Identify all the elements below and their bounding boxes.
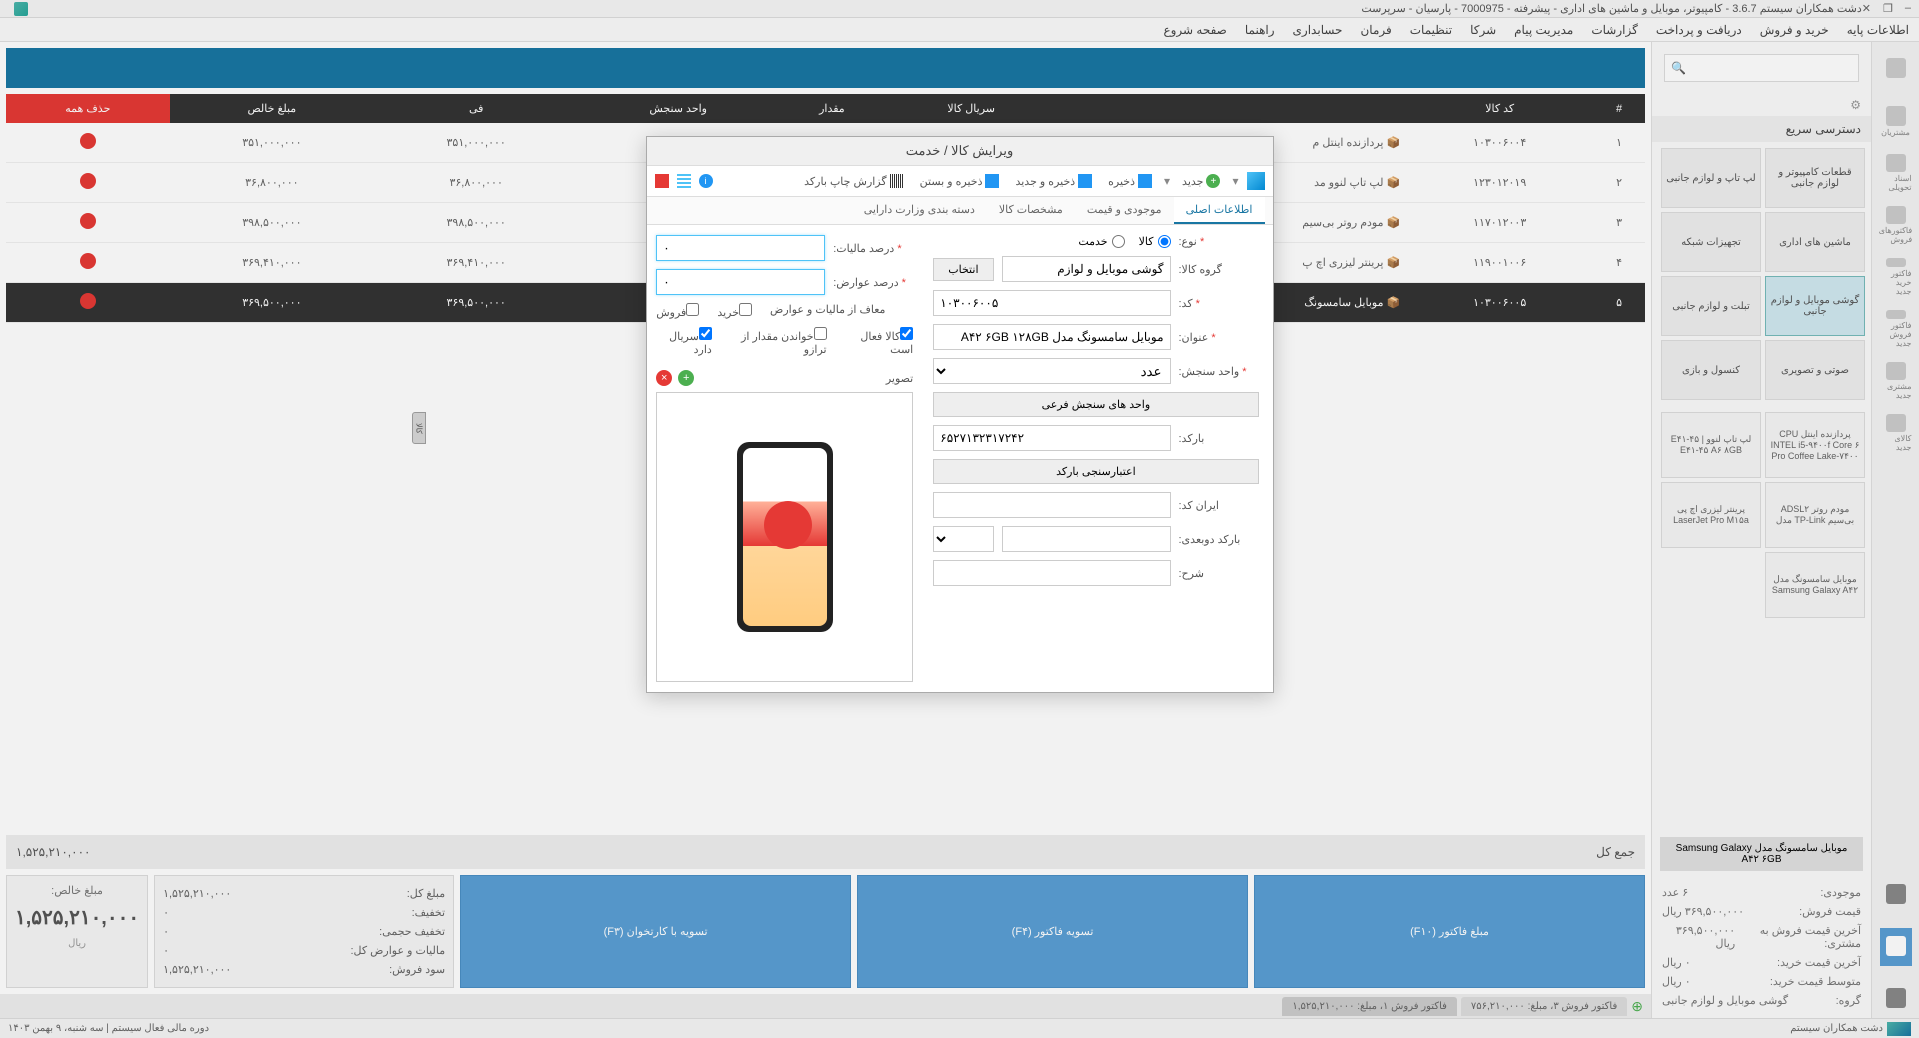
tab-ministry[interactable]: دسته بندی وزارت دارایی: [852, 197, 987, 224]
type-good-radio[interactable]: کالا: [1139, 235, 1171, 248]
unit-select[interactable]: عدد: [933, 358, 1170, 384]
select-group-button[interactable]: انتخاب: [933, 258, 993, 281]
desc-input[interactable]: [933, 560, 1170, 586]
image-section-label: تصویر: [886, 372, 913, 385]
save-button[interactable]: ذخیره: [1104, 172, 1156, 190]
phone-image-icon: [737, 442, 833, 632]
modal-overlay: ویرایش کالا / خدمت ▾ +جدید ▾ ذخیره ذخیره…: [0, 0, 1919, 1038]
tab-main-info[interactable]: اطلاعات اصلی: [1174, 197, 1265, 224]
exempt-sell-checkbox[interactable]: فروش: [656, 303, 699, 319]
serial-checkbox[interactable]: سریال دارد: [656, 327, 712, 356]
tax-input[interactable]: [656, 235, 825, 261]
side-handle[interactable]: کالا: [412, 412, 426, 444]
exempt-buy-checkbox[interactable]: خرید: [717, 303, 752, 319]
validate-barcode-button[interactable]: اعتبارسنجی بارکد: [933, 459, 1258, 484]
modal-toolbar: ▾ +جدید ▾ ذخیره ذخیره و جدید ذخیره و بست…: [647, 166, 1273, 197]
title-input[interactable]: [933, 324, 1170, 350]
edit-product-modal: ویرایش کالا / خدمت ▾ +جدید ▾ ذخیره ذخیره…: [646, 136, 1274, 693]
group-input[interactable]: [1002, 256, 1171, 282]
product-image-preview: [656, 392, 913, 682]
barcode-input[interactable]: [933, 425, 1170, 451]
modal-close-button[interactable]: [655, 174, 669, 188]
scale-checkbox[interactable]: خواندن مقدار از ترازو: [730, 327, 827, 356]
save-close-button[interactable]: ذخیره و بستن: [916, 172, 1004, 190]
subunits-button[interactable]: واحد های سنجش فرعی: [933, 392, 1258, 417]
active-checkbox[interactable]: کالا فعال است: [845, 327, 914, 356]
code2d-select[interactable]: [933, 526, 993, 552]
code-input[interactable]: [933, 290, 1170, 316]
delete-image-button[interactable]: ×: [656, 370, 672, 386]
code2d-input-1[interactable]: [1002, 526, 1171, 552]
modal-tabs: اطلاعات اصلی موجودی و قیمت مشخصات کالا د…: [647, 197, 1273, 225]
add-image-button[interactable]: +: [678, 370, 694, 386]
modal-title: ویرایش کالا / خدمت: [647, 137, 1273, 166]
tab-specs[interactable]: مشخصات کالا: [987, 197, 1075, 224]
new-button[interactable]: +جدید: [1178, 172, 1224, 190]
cube-icon: [1247, 172, 1265, 190]
grid-icon[interactable]: [677, 174, 691, 188]
irancode-input[interactable]: [933, 492, 1170, 518]
barcode-report-button[interactable]: گزارش چاپ بارکد: [800, 172, 907, 190]
type-service-radio[interactable]: خدمت: [1078, 235, 1124, 248]
exempt-label: معاف از مالیات و عوارض: [770, 303, 885, 319]
duty-input[interactable]: [656, 269, 825, 295]
info-icon[interactable]: i: [699, 174, 713, 188]
save-new-button[interactable]: ذخیره و جدید: [1011, 172, 1096, 190]
tab-stock-price[interactable]: موجودی و قیمت: [1075, 197, 1174, 224]
